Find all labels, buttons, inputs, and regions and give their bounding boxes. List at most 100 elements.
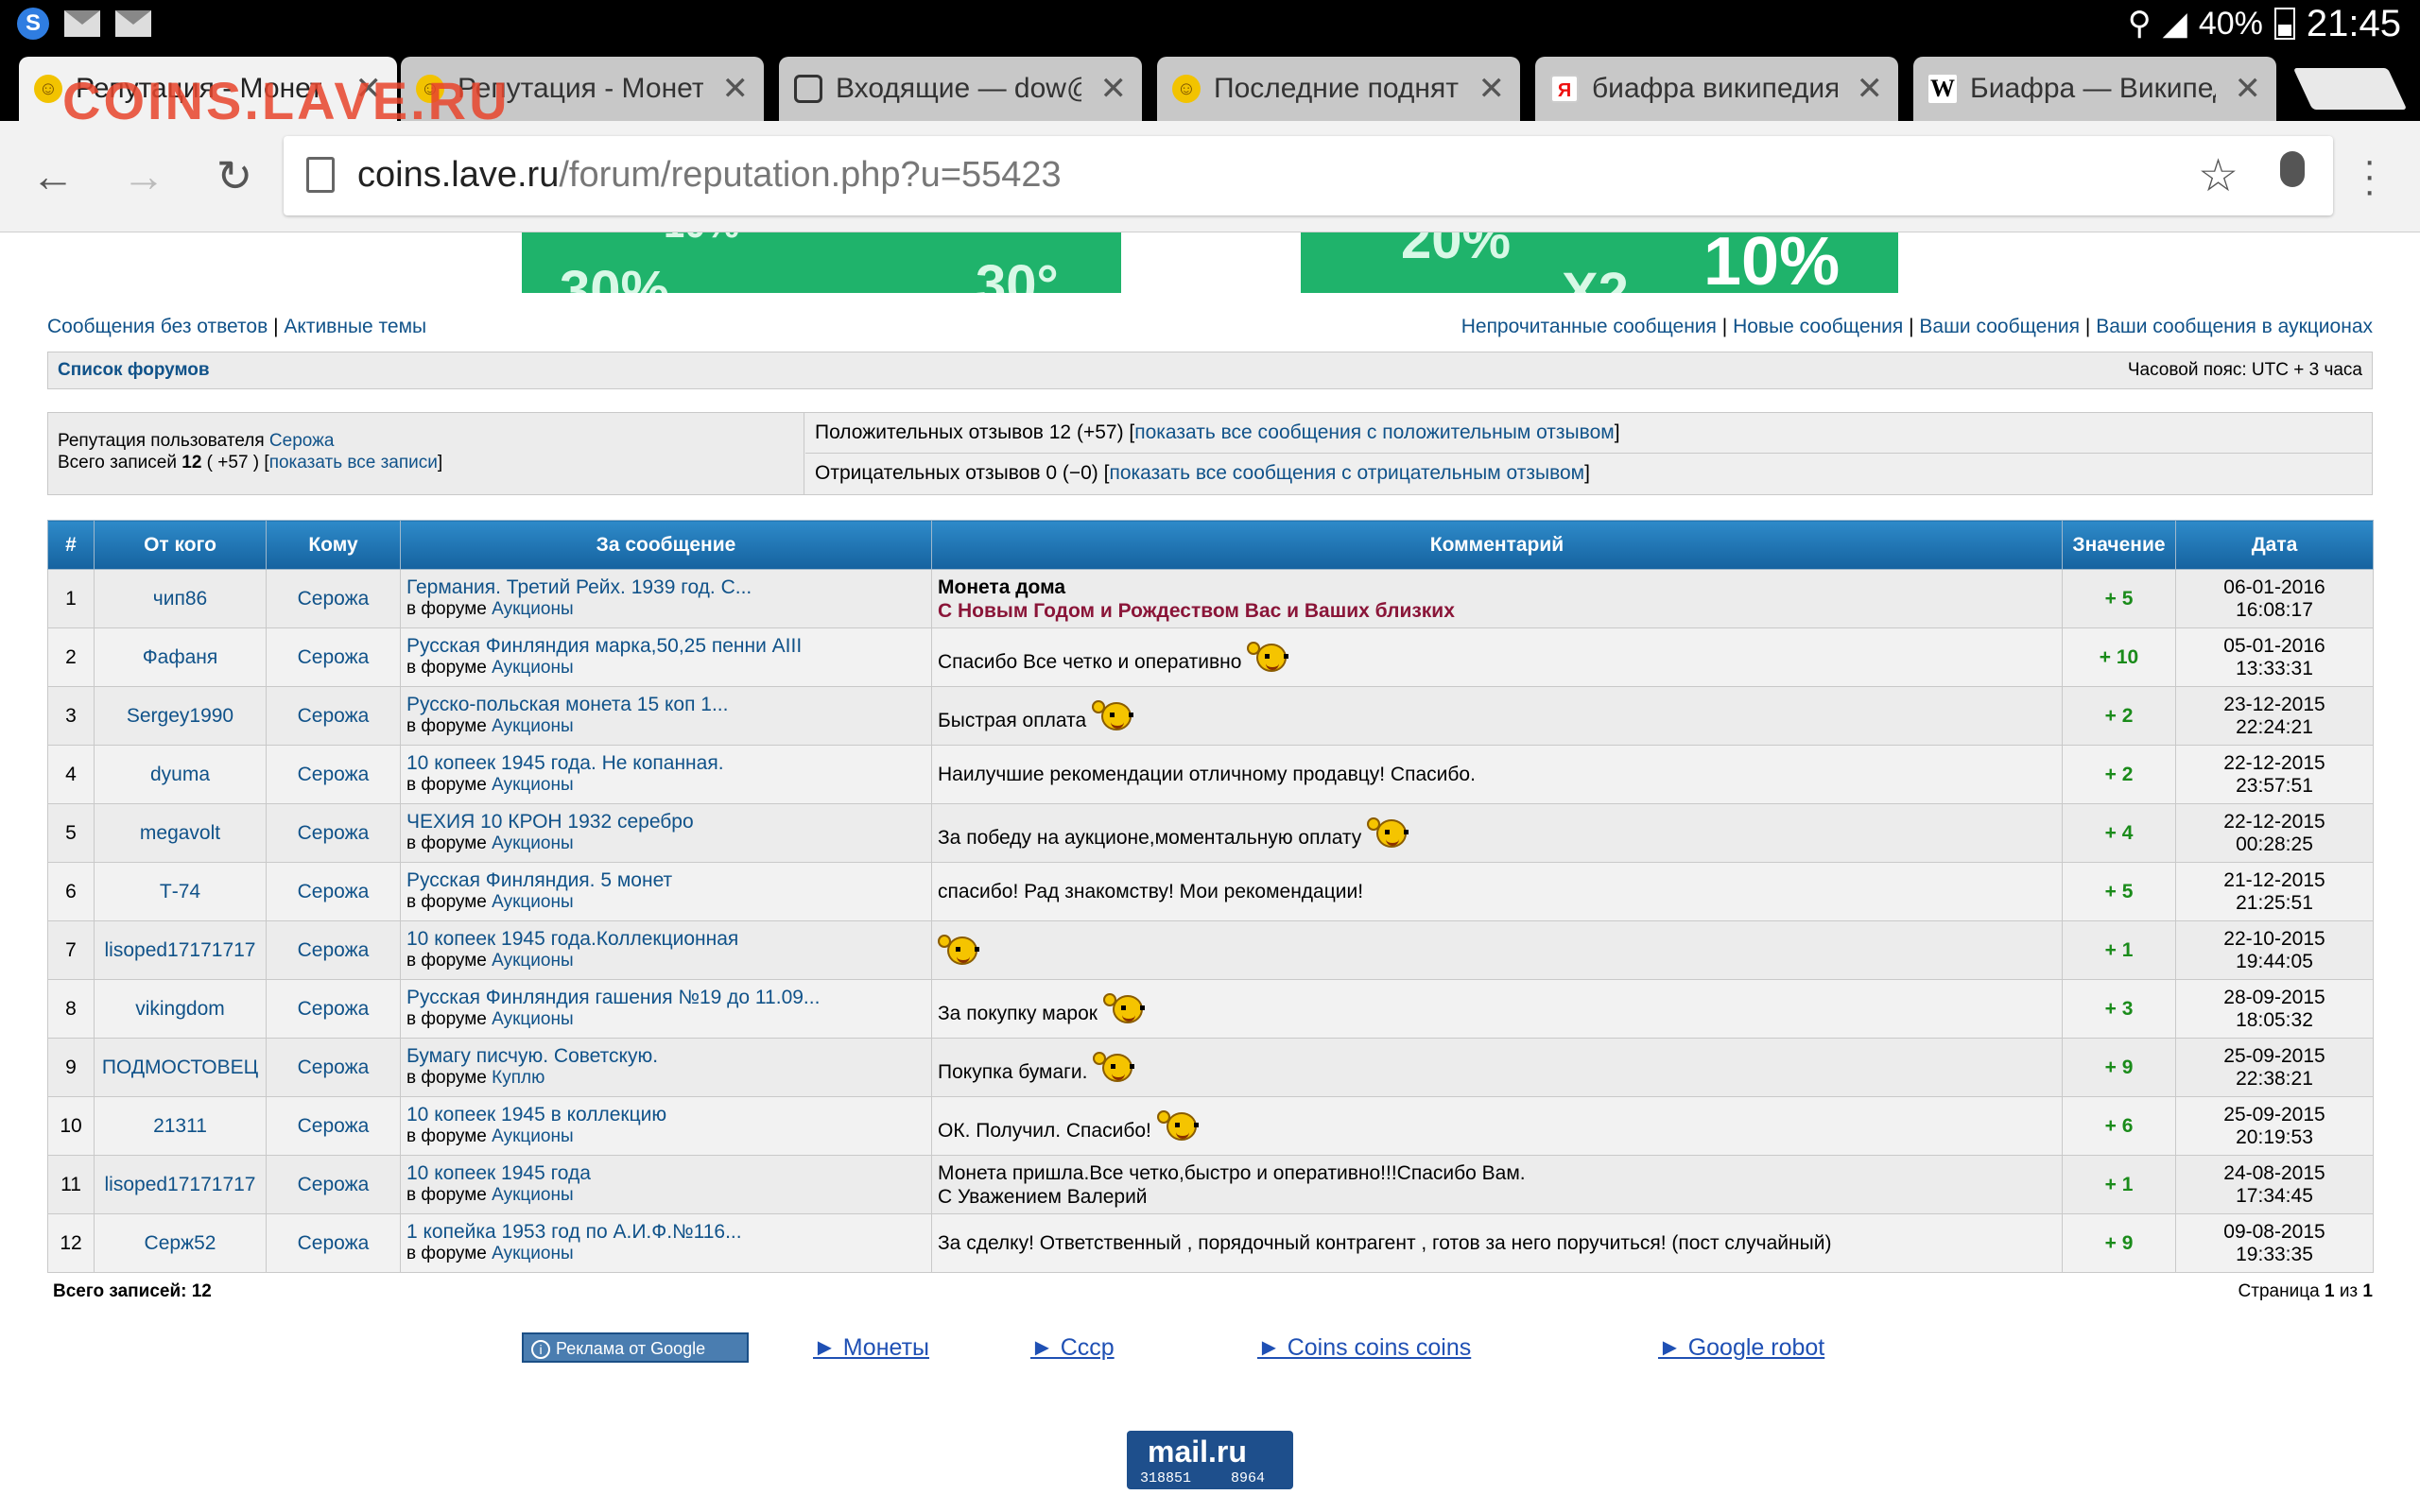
from-user-name[interactable]: lisoped17171717 xyxy=(105,1174,256,1195)
active-topics-link[interactable]: Активные темы xyxy=(284,316,426,337)
forum-link[interactable]: Аукционы xyxy=(492,833,573,853)
post-link[interactable]: Германия. Третий Рейх. 1939 год. С... xyxy=(406,576,752,598)
to-user-name[interactable]: Серожа xyxy=(298,1115,370,1137)
post-link[interactable]: ЧЕХИЯ 10 КРОН 1932 серебро xyxy=(406,811,694,833)
forum-link[interactable]: Аукционы xyxy=(492,716,573,736)
bookmark-star-icon[interactable]: ☆ xyxy=(2198,149,2238,202)
to-user-link[interactable]: Серожа xyxy=(266,627,401,687)
url-text[interactable]: coins.lave.ru/forum/reputation.php?u=554… xyxy=(357,155,1062,196)
tab-4[interactable]: ☺ Последние подняты ✕ xyxy=(1157,57,1520,121)
post-link[interactable]: Бумагу писчую. Советскую. xyxy=(406,1045,658,1067)
forum-link[interactable]: Аукционы xyxy=(492,1126,573,1146)
from-user-name[interactable]: ПОДМОСТОВЕЦ xyxy=(102,1057,258,1078)
unanswered-link[interactable]: Сообщения без ответов xyxy=(47,316,268,337)
forum-link[interactable]: Аукционы xyxy=(492,599,573,619)
forum-link[interactable]: Аукционы xyxy=(492,892,573,912)
close-tab-icon[interactable]: ✕ xyxy=(1478,70,1506,108)
from-user-link[interactable]: megavolt xyxy=(94,803,267,863)
post-link[interactable]: Русская Финляндия гашения №19 до 11.09..… xyxy=(406,987,820,1008)
close-tab-icon[interactable]: ✕ xyxy=(2235,70,2262,108)
forum-link[interactable]: Аукционы xyxy=(492,658,573,678)
close-tab-icon[interactable]: ✕ xyxy=(1100,70,1128,108)
to-user-name[interactable]: Серожа xyxy=(298,1057,370,1078)
menu-dots-icon[interactable]: · · · xyxy=(2363,142,2376,210)
tab-3[interactable]: Входящие — dow@ra ✕ xyxy=(779,57,1142,121)
ad-link-ussr[interactable]: ► Ссср xyxy=(1030,1334,1115,1362)
to-user-link[interactable]: Серожа xyxy=(266,745,401,804)
to-user-name[interactable]: Серожа xyxy=(298,705,370,727)
to-user-link[interactable]: Серожа xyxy=(266,1096,401,1156)
to-user-link[interactable]: Серожа xyxy=(266,1038,401,1097)
from-user-link[interactable]: чип86 xyxy=(94,569,267,628)
microphone-icon[interactable] xyxy=(2280,151,2305,187)
from-user-name[interactable]: Т-74 xyxy=(160,881,200,902)
reload-icon[interactable]: ↻ xyxy=(206,147,263,204)
to-user-link[interactable]: Серожа xyxy=(266,979,401,1039)
post-link[interactable]: 10 копеек 1945 года.Коллекционная xyxy=(406,928,738,950)
tab-1[interactable]: ☺ Репутация - Монеты ✕ xyxy=(19,57,397,121)
your-auction-posts-link[interactable]: Ваши сообщения в аукционах xyxy=(2096,316,2373,337)
from-user-name[interactable]: чип86 xyxy=(153,588,207,610)
to-user-link[interactable]: Серожа xyxy=(266,1155,401,1214)
forum-link[interactable]: Аукционы xyxy=(492,951,573,971)
post-link[interactable]: Русско-польская монета 15 коп 1... xyxy=(406,694,728,715)
forum-link[interactable]: Аукционы xyxy=(492,775,573,795)
from-user-link[interactable]: Серж52 xyxy=(94,1213,267,1273)
tab-2[interactable]: ☺ Репутация - Монеты ✕ xyxy=(401,57,764,121)
to-user-name[interactable]: Серожа xyxy=(298,646,370,668)
address-bar[interactable]: coins.lave.ru/forum/reputation.php?u=554… xyxy=(284,136,2333,215)
new-tab-button[interactable] xyxy=(2292,68,2408,110)
from-user-link[interactable]: vikingdom xyxy=(94,979,267,1039)
from-user-name[interactable]: Серж52 xyxy=(145,1232,216,1254)
from-user-name[interactable]: Фафаня xyxy=(143,646,218,668)
to-user-link[interactable]: Серожа xyxy=(266,920,401,980)
to-user-link[interactable]: Серожа xyxy=(266,1213,401,1273)
your-posts-link[interactable]: Ваши сообщения xyxy=(1919,316,2080,337)
to-user-link[interactable]: Серожа xyxy=(266,803,401,863)
to-user-name[interactable]: Серожа xyxy=(298,588,370,610)
from-user-link[interactable]: lisoped17171717 xyxy=(94,920,267,980)
show-all-link[interactable]: показать все записи xyxy=(269,453,438,472)
to-user-name[interactable]: Серожа xyxy=(298,1174,370,1195)
close-tab-icon[interactable]: ✕ xyxy=(722,70,750,108)
from-user-link[interactable]: dyuma xyxy=(94,745,267,804)
to-user-link[interactable]: Серожа xyxy=(266,686,401,746)
to-user-name[interactable]: Серожа xyxy=(298,998,370,1020)
forum-link[interactable]: Аукционы xyxy=(492,1185,573,1205)
from-user-link[interactable]: Фафаня xyxy=(94,627,267,687)
tab-5[interactable]: Я биафра википедия - ✕ xyxy=(1535,57,1898,121)
post-link[interactable]: Русская Финляндия. 5 монет xyxy=(406,869,672,891)
ad-link-coins-coins[interactable]: ► Coins coins coins xyxy=(1257,1334,1471,1362)
from-user-name[interactable]: lisoped17171717 xyxy=(105,939,256,961)
from-user-name[interactable]: vikingdom xyxy=(135,998,225,1020)
post-link[interactable]: Русская Финляндия марка,50,25 пенни AIII xyxy=(406,635,802,657)
to-user-name[interactable]: Серожа xyxy=(298,764,370,785)
from-user-link[interactable]: Т-74 xyxy=(94,862,267,921)
post-link[interactable]: 1 копейка 1953 год по А.И.Ф.№116... xyxy=(406,1221,742,1243)
mailru-counter[interactable]: mail.ru 318851 8964 xyxy=(1127,1431,1293,1489)
to-user-name[interactable]: Серожа xyxy=(298,881,370,902)
positive-link[interactable]: показать все сообщения с положительным о… xyxy=(1134,421,1614,443)
forum-link[interactable]: Аукционы xyxy=(492,1244,573,1263)
unread-link[interactable]: Непрочитанные сообщения xyxy=(1461,316,1717,337)
close-tab-icon[interactable]: ✕ xyxy=(1857,70,1884,108)
forum-link[interactable]: Аукционы xyxy=(492,1009,573,1029)
from-user-link[interactable]: lisoped17171717 xyxy=(94,1155,267,1214)
from-user-link[interactable]: 21311 xyxy=(94,1096,267,1156)
forum-link[interactable]: Куплю xyxy=(492,1068,544,1088)
ad-link-google-robot[interactable]: ► Google robot xyxy=(1658,1334,1824,1362)
to-user-link[interactable]: Серожа xyxy=(266,569,401,628)
new-posts-link[interactable]: Новые сообщения xyxy=(1733,316,1903,337)
to-user-link[interactable]: Серожа xyxy=(266,862,401,921)
post-link[interactable]: 10 копеек 1945 в коллекцию xyxy=(406,1104,666,1125)
post-link[interactable]: 10 копеек 1945 года xyxy=(406,1162,591,1184)
to-user-name[interactable]: Серожа xyxy=(298,939,370,961)
to-user-name[interactable]: Серожа xyxy=(298,1232,370,1254)
post-link[interactable]: 10 копеек 1945 года. Не копанная. xyxy=(406,752,724,774)
from-user-link[interactable]: ПОДМОСТОВЕЦ xyxy=(94,1038,267,1097)
from-user-name[interactable]: 21311 xyxy=(153,1115,207,1137)
google-ads-badge[interactable]: i Реклама от Google xyxy=(522,1332,749,1363)
ad-link-coins[interactable]: ► Монеты xyxy=(813,1334,929,1362)
tab-6[interactable]: W Биафра — Википеди ✕ xyxy=(1913,57,2276,121)
forward-arrow-icon[interactable]: → xyxy=(115,147,172,204)
